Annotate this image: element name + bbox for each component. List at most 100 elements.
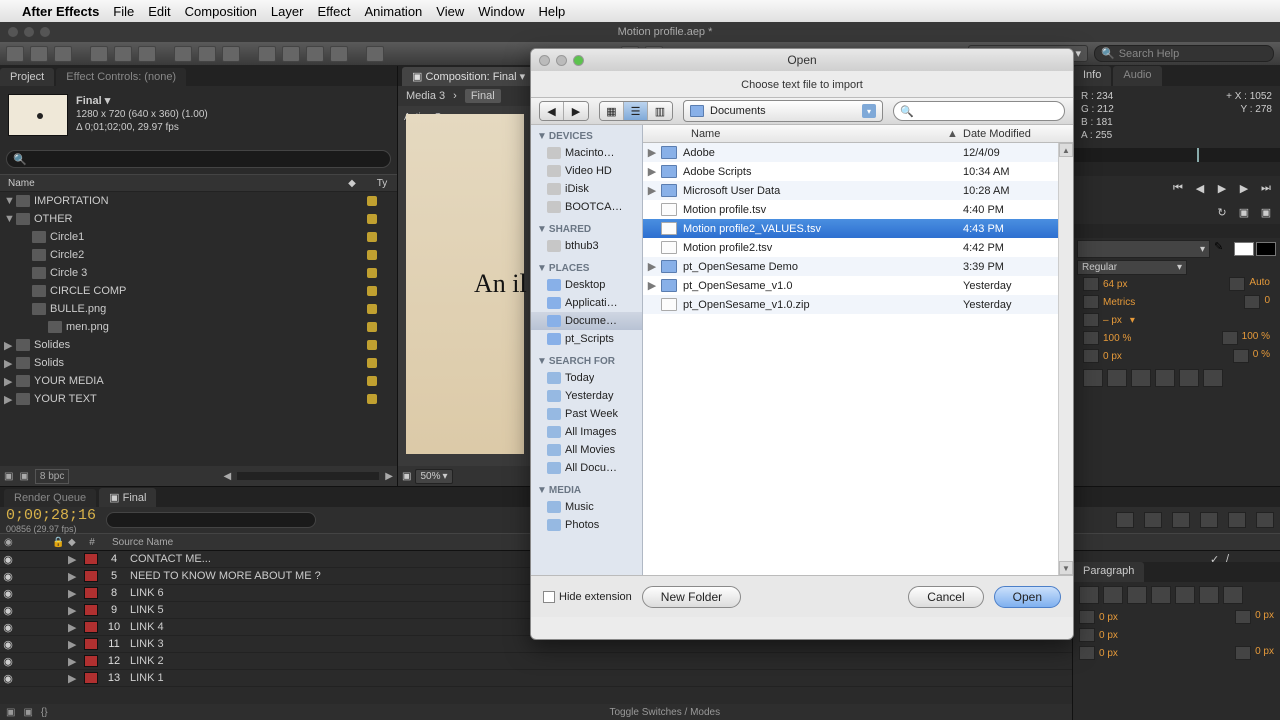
label-swatch[interactable] xyxy=(367,250,377,260)
font-style-dropdown[interactable]: Regular▾ xyxy=(1077,260,1187,275)
pen-tool-icon[interactable] xyxy=(198,46,216,62)
view-column-icon[interactable]: ▥ xyxy=(648,102,672,120)
eyedropper-icon[interactable]: ✎ xyxy=(1214,240,1230,258)
camera-tool-icon[interactable] xyxy=(114,46,132,62)
menu-help[interactable]: Help xyxy=(538,4,565,19)
magnify-icon[interactable]: ▣ xyxy=(402,471,411,482)
composition-canvas[interactable]: An il xyxy=(406,114,524,454)
scrollbar-left-icon[interactable]: ◀ xyxy=(223,471,231,482)
label-swatch[interactable] xyxy=(367,196,377,206)
file-row[interactable]: pt_OpenSesame_v1.0.zipYesterday xyxy=(643,295,1073,314)
video-toggle-icon[interactable]: ◉ xyxy=(0,638,16,651)
twirl-icon[interactable]: ▶ xyxy=(64,621,80,634)
sort-asc-icon[interactable]: ▲ xyxy=(947,128,963,140)
project-item[interactable]: ▶YOUR TEXT xyxy=(0,390,397,408)
disclosure-icon[interactable]: ▶ xyxy=(643,146,661,159)
bold-icon[interactable] xyxy=(1083,369,1103,387)
tab-audio[interactable]: Audio xyxy=(1113,66,1161,86)
file-row[interactable]: ▶pt_OpenSesame_v1.0Yesterday xyxy=(643,276,1073,295)
brush-tool-icon[interactable] xyxy=(258,46,276,62)
stroke-color-swatch[interactable] xyxy=(1256,242,1276,256)
menu-layer[interactable]: Layer xyxy=(271,4,304,19)
menu-app[interactable]: After Effects xyxy=(22,4,99,19)
bpc-button[interactable]: 8 bpc xyxy=(35,469,69,484)
panel-collapse-bar[interactable] xyxy=(1073,224,1280,238)
file-row[interactable]: Motion profile.tsv4:40 PM xyxy=(643,200,1073,219)
project-tree[interactable]: ▼IMPORTATION▼OTHERCircle1Circle2Circle 3… xyxy=(0,192,397,408)
project-column-header[interactable]: Name ◆ Ty xyxy=(0,174,397,192)
twirl-icon[interactable]: ▶ xyxy=(64,570,80,583)
brackets-icon[interactable]: {} xyxy=(41,707,48,718)
path-dropdown[interactable]: Documents ▾ xyxy=(683,100,883,122)
label-swatch[interactable] xyxy=(367,286,377,296)
current-timecode[interactable]: 0;00;28;16 xyxy=(6,507,96,524)
caps-icon[interactable] xyxy=(1131,369,1151,387)
expand-icon[interactable]: ▣ xyxy=(6,707,15,718)
video-toggle-icon[interactable]: ◉ xyxy=(0,655,16,668)
nav-forward-button[interactable]: ▶ xyxy=(564,102,588,120)
nav-back-button[interactable]: ◀ xyxy=(540,102,564,120)
label-swatch[interactable] xyxy=(367,304,377,314)
dialog-titlebar[interactable]: Open xyxy=(531,49,1073,71)
label-color[interactable] xyxy=(84,621,98,633)
sidebar-item[interactable]: Macinto… xyxy=(531,144,642,162)
sidebar-item[interactable]: Today xyxy=(531,369,642,387)
project-item[interactable]: ▶Solides xyxy=(0,336,397,354)
label-swatch[interactable] xyxy=(367,358,377,368)
graph-editor-icon[interactable] xyxy=(1256,512,1274,528)
project-item[interactable]: Circle 3 xyxy=(0,264,397,282)
label-color[interactable] xyxy=(84,553,98,565)
breadcrumb-item[interactable]: Media 3 xyxy=(406,90,445,102)
selection-tool-icon[interactable] xyxy=(6,46,24,62)
superscript-icon[interactable] xyxy=(1179,369,1199,387)
sidebar-item[interactable]: All Images xyxy=(531,423,642,441)
justify-all-icon[interactable] xyxy=(1223,586,1243,604)
scroll-up-icon[interactable]: ▲ xyxy=(1059,143,1073,157)
sidebar-item[interactable]: All Movies xyxy=(531,441,642,459)
sidebar-header-shared[interactable]: ▼ SHARED xyxy=(531,220,642,237)
clone-tool-icon[interactable] xyxy=(282,46,300,62)
window-minimize-icon[interactable] xyxy=(24,27,34,37)
timeline-search-input[interactable] xyxy=(106,512,316,528)
project-item[interactable]: men.png xyxy=(0,318,397,336)
menu-view[interactable]: View xyxy=(436,4,464,19)
new-folder-icon[interactable]: ▣ xyxy=(19,471,28,482)
interpret-footage-icon[interactable]: ▣ xyxy=(4,471,13,482)
label-color[interactable] xyxy=(84,570,98,582)
pan-behind-tool-icon[interactable] xyxy=(138,46,156,62)
justify-right-icon[interactable] xyxy=(1199,586,1219,604)
video-toggle-icon[interactable]: ◉ xyxy=(0,587,16,600)
scrollbar-right-icon[interactable]: ▶ xyxy=(385,471,393,482)
help-search-input[interactable]: 🔍 Search Help xyxy=(1094,45,1274,62)
menu-window[interactable]: Window xyxy=(478,4,524,19)
sidebar-item[interactable]: Music xyxy=(531,498,642,516)
dialog-search-input[interactable]: 🔍 xyxy=(893,101,1065,121)
label-swatch[interactable] xyxy=(367,322,377,332)
puppet-tool-icon[interactable] xyxy=(366,46,384,62)
file-row[interactable]: ▶pt_OpenSesame Demo3:39 PM xyxy=(643,257,1073,276)
label-swatch[interactable] xyxy=(367,232,377,242)
label-color[interactable] xyxy=(84,587,98,599)
project-search-input[interactable]: 🔍 xyxy=(6,150,391,168)
label-swatch[interactable] xyxy=(367,340,377,350)
align-center-icon[interactable] xyxy=(1103,586,1123,604)
menu-edit[interactable]: Edit xyxy=(148,4,170,19)
tab-composition[interactable]: ▣ Composition: Final ▾ xyxy=(402,67,535,86)
small-caps-icon[interactable] xyxy=(1155,369,1175,387)
sidebar-item[interactable]: BOOTCA… xyxy=(531,198,642,216)
text-tool-icon[interactable] xyxy=(222,46,240,62)
align-left-icon[interactable] xyxy=(1079,586,1099,604)
project-item[interactable]: ▶Solids xyxy=(0,354,397,372)
video-toggle-icon[interactable]: ◉ xyxy=(0,553,16,566)
file-list[interactable]: Name ▲ Date Modified ▶Adobe12/4/09▶Adobe… xyxy=(643,125,1073,575)
tab-info[interactable]: Info xyxy=(1073,66,1111,86)
video-toggle-icon[interactable]: ◉ xyxy=(0,621,16,634)
menu-composition[interactable]: Composition xyxy=(185,4,257,19)
tab-timeline-final[interactable]: ▣ Final xyxy=(99,488,156,507)
label-color[interactable] xyxy=(84,604,98,616)
project-item[interactable]: ▼IMPORTATION xyxy=(0,192,397,210)
view-list-icon[interactable]: ☰ xyxy=(624,102,648,120)
open-button[interactable]: Open xyxy=(994,586,1061,608)
last-frame-icon[interactable]: ⏭ xyxy=(1258,181,1274,195)
hand-tool-icon[interactable] xyxy=(30,46,48,62)
